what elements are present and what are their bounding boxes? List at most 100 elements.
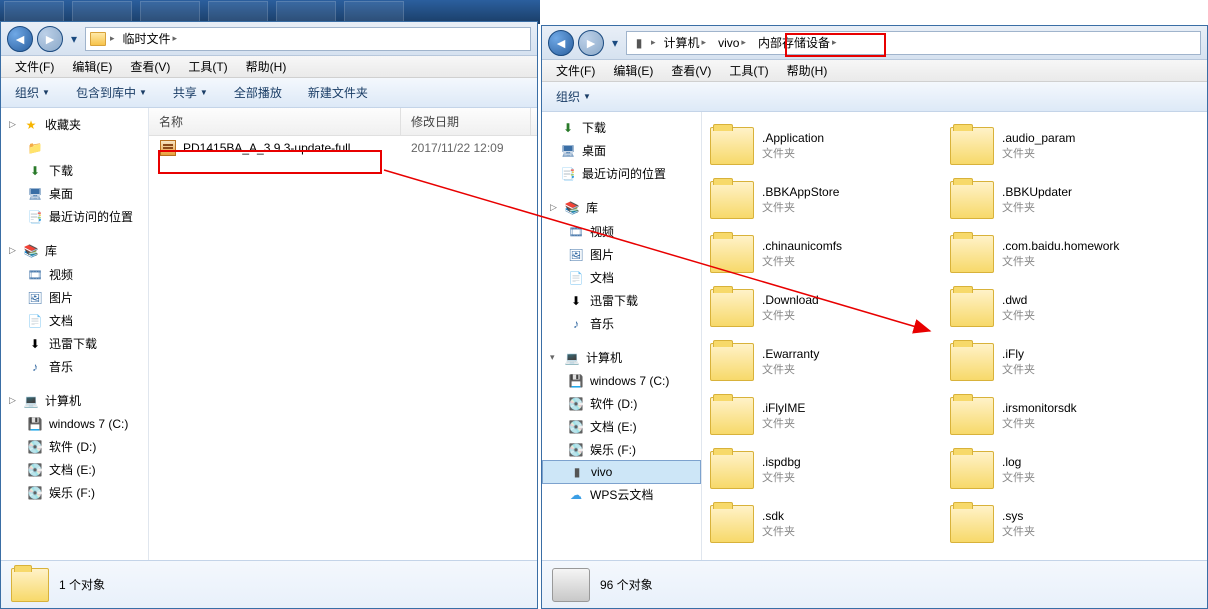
chevron-icon[interactable]: ▸ [110,33,115,44]
sidebar-computer[interactable]: ▷💻计算机 [1,388,148,413]
sidebar-libraries[interactable]: ▷📚库 [1,238,148,263]
sidebar-item-xunlei[interactable]: ⬇迅雷下载 [542,289,701,312]
sidebar-item-documents[interactable]: 📄文档 [1,309,148,332]
folder-item[interactable]: .Application文件夹 [706,120,936,172]
folder-item[interactable]: .Download文件夹 [706,282,936,334]
column-name[interactable]: 名称 [149,108,401,135]
folder-name: .BBKUpdater [1002,185,1072,199]
folder-item[interactable]: .Ewarranty文件夹 [706,336,936,388]
file-row[interactable]: PD1415BA_A_3.9.3-update-full 2017/11/22 … [149,136,537,160]
sidebar-item-vivo[interactable]: ▮vivo [542,460,701,484]
toolbar-include[interactable]: 包含到库中 ▼ [70,81,153,104]
sidebar-item-downloads[interactable]: ⬇下载 [542,116,701,139]
folder-name: .ispdbg [762,455,801,469]
sidebar-libraries[interactable]: ▷📚库 [542,195,701,220]
sidebar-item-drive-f[interactable]: 💽娱乐 (F:) [1,481,148,504]
sidebar-item-drive-f[interactable]: 💽娱乐 (F:) [542,438,701,461]
folder-icon [950,235,994,273]
folder-type: 文件夹 [762,469,801,485]
toolbar-playall[interactable]: 全部播放 [228,81,288,104]
column-modified[interactable]: 修改日期 [401,108,531,135]
toolbar-organize[interactable]: 组织 ▼ [550,85,597,108]
folder-type: 文件夹 [1002,415,1077,431]
forward-button[interactable]: ► [37,26,63,52]
folder-icon [710,451,754,489]
toolbar-organize[interactable]: 组织 ▼ [9,81,56,104]
breadcrumb-vivo[interactable]: vivo ▸ [714,34,750,52]
back-button[interactable]: ◄ [548,30,574,56]
folder-name: .audio_param [1002,131,1075,145]
sidebar: ⬇下载 🖥桌面 📑最近访问的位置 ▷📚库 🎞视频 🖼图片 📄文档 ⬇迅雷下载 ♪… [542,112,702,560]
menu-tools[interactable]: 工具(T) [721,60,776,81]
folder-name: .chinaunicomfs [762,239,842,253]
sidebar-item-downloads[interactable]: ⬇下载 [1,159,148,182]
history-dropdown[interactable]: ▾ [608,33,622,53]
sidebar-item-desktop[interactable]: 🖥桌面 [542,139,701,162]
sidebar-item-drive-c[interactable]: 💾windows 7 (C:) [542,370,701,392]
menu-edit[interactable]: 编辑(E) [64,56,120,77]
history-dropdown[interactable]: ▾ [67,29,81,49]
folder-item[interactable]: .audio_param文件夹 [946,120,1176,172]
address-bar[interactable]: ▮ ▸ 计算机 ▸ vivo ▸ 内部存储设备 ▸ [626,31,1201,55]
sidebar-item-drive-e[interactable]: 💽文档 (E:) [542,415,701,438]
breadcrumb-storage[interactable]: 内部存储设备 ▸ [754,32,841,53]
menu-view[interactable]: 查看(V) [663,60,719,81]
menu-file[interactable]: 文件(F) [548,60,603,81]
folder-item[interactable]: .dwd文件夹 [946,282,1176,334]
address-bar[interactable]: ▸ 临时文件 ▸ [85,27,531,51]
sidebar-item-wps[interactable]: ☁WPS云文档 [542,483,701,506]
sidebar-item-pictures[interactable]: 🖼图片 [1,286,148,309]
sidebar-item-music[interactable]: ♪音乐 [542,312,701,335]
sidebar-item-recent[interactable]: 📑最近访问的位置 [1,205,148,228]
sidebar-item-drive-c[interactable]: 💾windows 7 (C:) [1,413,148,435]
breadcrumb-computer[interactable]: 计算机 ▸ [660,32,711,53]
menu-help[interactable]: 帮助(H) [779,60,836,81]
sidebar-item-pictures[interactable]: 🖼图片 [542,243,701,266]
menu-help[interactable]: 帮助(H) [238,56,295,77]
sidebar-item[interactable]: 📁 [1,137,148,159]
sidebar-item-music[interactable]: ♪音乐 [1,355,148,378]
folder-item[interactable]: .log文件夹 [946,444,1176,496]
sidebar-item-videos[interactable]: 🎞视频 [542,220,701,243]
sidebar-item-videos[interactable]: 🎞视频 [1,263,148,286]
back-button[interactable]: ◄ [7,26,33,52]
folder-item[interactable]: .sys文件夹 [946,498,1176,550]
folder-type: 文件夹 [762,199,839,215]
folder-item[interactable]: .chinaunicomfs文件夹 [706,228,936,280]
folder-item[interactable]: .BBKAppStore文件夹 [706,174,936,226]
folder-name: .com.baidu.homework [1002,239,1119,253]
sidebar-computer[interactable]: ▾💻计算机 [542,345,701,370]
menu-edit[interactable]: 编辑(E) [605,60,661,81]
toolbar-newfolder[interactable]: 新建文件夹 [302,81,374,104]
chevron-icon[interactable]: ▸ [651,37,656,48]
folder-item[interactable]: .iFlyIME文件夹 [706,390,936,442]
forward-button[interactable]: ► [578,30,604,56]
folder-item[interactable]: .com.baidu.homework文件夹 [946,228,1176,280]
folder-item[interactable]: .BBKUpdater文件夹 [946,174,1176,226]
sidebar-item-recent[interactable]: 📑最近访问的位置 [542,162,701,185]
folder-item[interactable]: .iFly文件夹 [946,336,1176,388]
folder-type: 文件夹 [1002,523,1035,539]
folder-name: .iFlyIME [762,401,805,415]
menu-file[interactable]: 文件(F) [7,56,62,77]
folder-item[interactable]: .sdk文件夹 [706,498,936,550]
toolbar: 组织 ▼ 包含到库中 ▼ 共享 ▼ 全部播放 新建文件夹 [1,78,537,108]
folder-item[interactable]: .irsmonitorsdk文件夹 [946,390,1176,442]
breadcrumb-segment[interactable]: 临时文件 ▸ [119,28,182,49]
sidebar-favorites[interactable]: ▷★收藏夹 [1,112,148,137]
folder-name: .dwd [1002,293,1035,307]
folder-item[interactable]: .ispdbg文件夹 [706,444,936,496]
sidebar-item-desktop[interactable]: 🖥桌面 [1,182,148,205]
sidebar-item-documents[interactable]: 📄文档 [542,266,701,289]
menu-tools[interactable]: 工具(T) [180,56,235,77]
device-icon: ▮ [631,35,647,51]
sidebar-item-drive-e[interactable]: 💽文档 (E:) [1,458,148,481]
sidebar-item-xunlei[interactable]: ⬇迅雷下载 [1,332,148,355]
sidebar-item-drive-d[interactable]: 💽软件 (D:) [542,392,701,415]
folder-icon [710,289,754,327]
toolbar-share[interactable]: 共享 ▼ [167,81,214,104]
folder-name: .sys [1002,509,1035,523]
status-text: 1 个对象 [59,576,105,593]
menu-view[interactable]: 查看(V) [122,56,178,77]
sidebar-item-drive-d[interactable]: 💽软件 (D:) [1,435,148,458]
